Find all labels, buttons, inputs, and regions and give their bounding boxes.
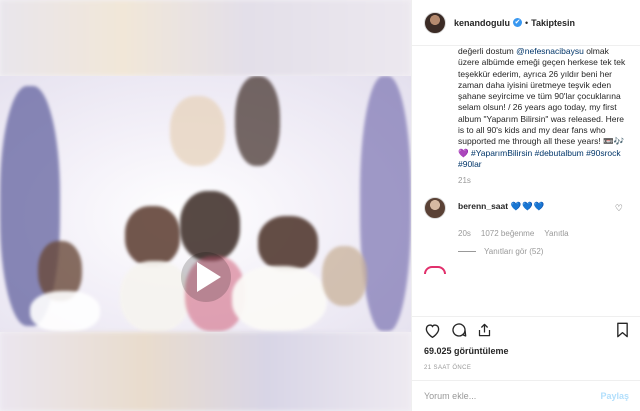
hashtag-link[interactable]: #debutalbum [535,148,584,158]
video-figure [322,246,367,306]
commenter-avatar[interactable] [424,197,446,220]
post-media [0,0,411,411]
video-figure [30,291,100,332]
play-icon [197,262,221,292]
comment-time: 20s [458,229,471,239]
commenter-username[interactable]: berenn_saat [458,201,508,211]
author-avatar[interactable] [424,11,446,34]
video-figure [170,96,225,166]
following-button[interactable]: Takiptesin [531,18,575,28]
heart-icon[interactable] [424,323,441,338]
hashtag-link[interactable]: #YaparımBilirsin [471,148,532,158]
next-comment-avatar [424,266,446,275]
view-replies-button[interactable]: Yanıtları gör (52) [458,247,629,256]
comment-body: berenn_saat 💙💙💙 [458,201,545,212]
post-actions: 69.025 görüntüleme 21 SAAT ÖNCE [412,316,640,371]
video-figure [120,261,190,332]
caption-mention[interactable]: @nefesnacibaysu [516,46,584,56]
comment-item: berenn_saat 💙💙💙 ♡ [424,197,629,220]
comment-meta: 20s 1072 beğenme Yanıtla [458,229,629,238]
blurred-frame-bottom [0,332,411,411]
separator: • [525,17,529,28]
post-header: kenandogulu ✔ • Takiptesin [412,0,640,46]
comment-input[interactable] [424,391,601,401]
video-player[interactable] [0,76,411,332]
post-comment-button[interactable]: Paylaş [600,391,629,401]
replies-divider [458,251,476,253]
comment-likes[interactable]: 1072 beğenme [481,229,534,238]
video-figure [232,266,327,332]
play-button[interactable] [181,252,231,302]
video-figure [258,216,318,271]
video-figure [125,206,180,266]
post-sidebar: kenandogulu ✔ • Takiptesin değerli dostu… [411,0,640,411]
bookmark-icon[interactable] [616,322,629,338]
view-count[interactable]: 69.025 görüntüleme [424,346,629,356]
comment-like-icon[interactable]: ♡ [615,203,623,214]
reply-button[interactable]: Yanıtla [544,229,568,238]
comment-text: 💙💙💙 [510,201,546,212]
share-icon[interactable] [477,322,492,338]
comments-scroll[interactable]: değerli dostum @nefesnacibaysu olmak üze… [412,46,640,316]
action-icons [424,321,629,339]
caption-body: olmak üzere albümde emeği geçen herkese … [458,46,626,147]
hashtag-link[interactable]: #90lar [458,159,482,169]
video-figure [235,76,280,166]
verified-icon: ✔ [513,18,522,27]
caption-lead: değerli dostum [458,46,517,56]
comment-icon[interactable] [451,322,467,338]
add-comment-bar: Paylaş [412,380,640,411]
caption-time: 21s [458,176,471,186]
author-username[interactable]: kenandogulu [454,18,510,28]
view-replies-label: Yanıtları gör (52) [484,247,544,257]
video-figure [360,76,411,332]
blurred-frame-top [0,0,411,76]
post-time: 21 SAAT ÖNCE [424,365,472,371]
hashtag-link[interactable]: #90srock [586,148,621,158]
post-caption: değerli dostum @nefesnacibaysu olmak üze… [458,46,628,170]
video-figure [180,191,240,261]
